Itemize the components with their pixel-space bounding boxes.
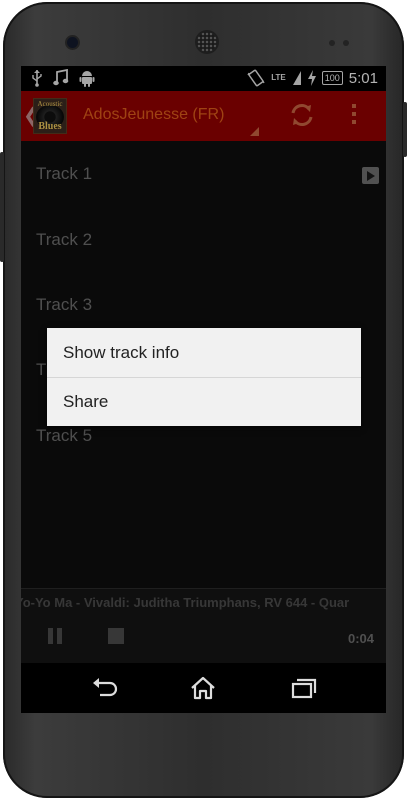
home-icon[interactable]: [189, 675, 217, 701]
power-button[interactable]: [403, 102, 407, 157]
navigation-bar: [21, 663, 386, 713]
menu-item-show-track-info[interactable]: Show track info: [47, 328, 361, 377]
front-camera: [67, 37, 78, 48]
light-sensor: [343, 40, 349, 46]
screen: LTE 100 5:01 ❮ Acoustic Blues AdosJeunes…: [21, 66, 386, 713]
proximity-sensor: [329, 40, 335, 46]
volume-button[interactable]: [0, 152, 4, 262]
menu-item-label: Share: [63, 392, 109, 411]
back-icon[interactable]: [90, 675, 118, 701]
menu-item-label: Show track info: [63, 343, 180, 362]
recent-apps-icon[interactable]: [290, 675, 318, 701]
earpiece-speaker: [197, 32, 217, 52]
context-menu-dialog: Show track info Share: [47, 328, 361, 426]
menu-item-share[interactable]: Share: [47, 377, 361, 426]
